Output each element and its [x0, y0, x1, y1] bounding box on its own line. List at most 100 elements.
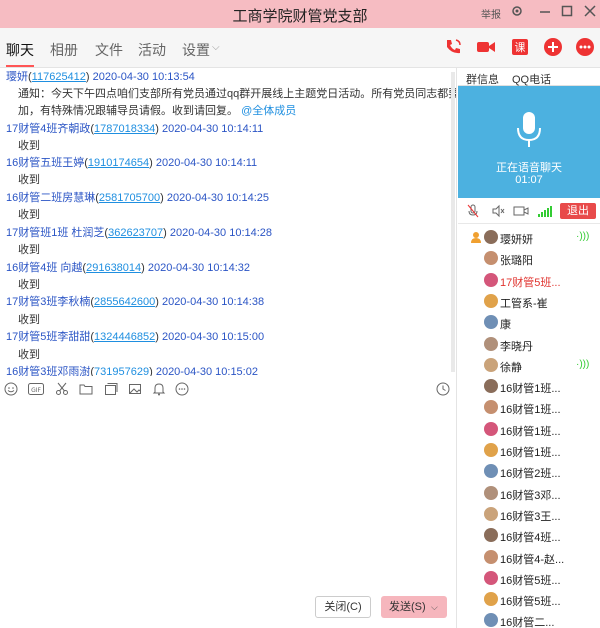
- message-body: 收到: [18, 314, 40, 326]
- video-call-icon[interactable]: [475, 36, 497, 58]
- close-icon[interactable]: [583, 4, 597, 21]
- message-time: 2020-04-30 10:14:25: [166, 192, 269, 204]
- avatar: [484, 443, 498, 457]
- member-item[interactable]: 康: [484, 313, 600, 333]
- right-panel-tabs: 群信息 QQ电话: [458, 68, 600, 86]
- emoji-icon[interactable]: [4, 382, 20, 398]
- member-item[interactable]: 李晓丹: [484, 335, 600, 355]
- message-body: 收到: [18, 244, 40, 256]
- tab-activity[interactable]: 活动: [138, 40, 166, 60]
- report-link[interactable]: 举报: [481, 6, 501, 21]
- member-item[interactable]: 16财管4-赵...: [484, 548, 600, 568]
- message-sender[interactable]: 17财管班1班 杜润芝: [6, 227, 104, 239]
- member-item[interactable]: 16财管3王...: [484, 505, 600, 525]
- member-item[interactable]: 璎妍妍 ·))): [484, 228, 600, 248]
- more-icon[interactable]: [175, 382, 191, 398]
- member-list[interactable]: 璎妍妍 ·))) 张璐阳 17财管5班... 工管系-崔康李晓丹 徐静 ·))) 16财管1班…: [458, 226, 600, 628]
- send-button[interactable]: 发送(S) ⌵: [381, 596, 447, 618]
- avatar: [484, 506, 498, 521]
- message-sender[interactable]: 17财管5班李甜甜: [6, 331, 90, 343]
- member-name: 16财管2班...: [500, 468, 561, 481]
- message-qq[interactable]: 117625412: [32, 71, 86, 83]
- member-item[interactable]: 16财管2班...: [484, 462, 600, 482]
- camera-icon[interactable]: [513, 204, 529, 221]
- member-item[interactable]: 16财管1班...: [484, 441, 600, 461]
- message-header: 16财管二班房慧琳(2581705700) 2020-04-30 10:14:2…: [6, 192, 269, 204]
- chat-history[interactable]: 璎妍(117625412) 2020-04-30 10:13:54 通知：今天下…: [0, 68, 457, 376]
- message-sender[interactable]: 16财管二班房慧琳: [6, 192, 95, 204]
- member-item[interactable]: 16财管1班...: [484, 420, 600, 440]
- member-item[interactable]: 16财管5班...: [484, 569, 600, 589]
- admin-icon: [470, 231, 482, 246]
- tab-chat[interactable]: 聊天: [6, 40, 34, 60]
- message-qq[interactable]: 291638014: [86, 262, 141, 274]
- message-time: 2020-04-30 10:14:11: [161, 123, 264, 135]
- message-input[interactable]: [0, 404, 457, 628]
- image-icon[interactable]: [128, 382, 144, 398]
- chat-scrollbar[interactable]: [451, 72, 455, 372]
- member-name: 16财管1班...: [500, 425, 561, 438]
- member-item[interactable]: 工管系-崔: [484, 292, 600, 312]
- tab-album[interactable]: 相册: [50, 40, 78, 60]
- member-item[interactable]: 16财管1班...: [484, 377, 600, 397]
- member-name: 16财管5班...: [500, 596, 561, 609]
- minimize-icon[interactable]: [538, 4, 552, 21]
- member-item[interactable]: 16财管4班...: [484, 526, 600, 546]
- tab-group-info[interactable]: 群信息: [466, 71, 499, 87]
- speaker-mute-icon[interactable]: [491, 204, 505, 221]
- gif-icon[interactable]: GIF: [28, 382, 44, 398]
- avatar: [484, 336, 498, 351]
- message-qq[interactable]: 731957629: [94, 366, 149, 376]
- message-header: 16财管3班邓雨澍(731957629) 2020-04-30 10:15:02: [6, 366, 258, 376]
- avatar: [484, 464, 498, 479]
- avatar: [484, 613, 498, 628]
- member-item[interactable]: 徐静 ·))): [484, 356, 600, 376]
- add-icon[interactable]: [542, 36, 564, 58]
- more-icon[interactable]: [574, 36, 596, 58]
- message-time: 2020-04-30 10:14:28: [169, 227, 273, 239]
- message-qq[interactable]: 2581705700: [99, 192, 160, 204]
- chevron-down-icon[interactable]: ⌵: [212, 42, 220, 53]
- message-qq[interactable]: 1324446852: [94, 331, 155, 343]
- message-sender[interactable]: 16财管五班王婷: [6, 157, 84, 169]
- member-item[interactable]: 16财管二...: [484, 611, 600, 628]
- tab-qq-call[interactable]: QQ电话: [512, 71, 551, 87]
- scissors-icon[interactable]: [55, 382, 71, 398]
- message-sender[interactable]: 璎妍: [6, 71, 28, 83]
- voice-call-icon[interactable]: [442, 36, 464, 58]
- class-icon[interactable]: 课: [509, 36, 531, 58]
- send-options-chevron-icon[interactable]: ⌵: [431, 596, 438, 618]
- message-time: 2020-04-30 10:14:11: [155, 157, 258, 169]
- folder-icon[interactable]: [79, 382, 95, 398]
- message-qq[interactable]: 1787018334: [94, 123, 155, 135]
- member-item[interactable]: 张璐阳: [484, 249, 600, 269]
- member-item[interactable]: 16财管1班...: [484, 398, 600, 418]
- mic-mute-icon[interactable]: [466, 204, 480, 221]
- message-body: 收到: [18, 349, 40, 361]
- voice-duration: 01:07: [515, 174, 543, 186]
- message-qq[interactable]: 362623707: [108, 227, 163, 239]
- mention-all[interactable]: @全体成员: [241, 105, 296, 117]
- message-sender[interactable]: 17财管3班李秋楠: [6, 296, 90, 308]
- message-qq[interactable]: 2855642600: [94, 296, 155, 308]
- maximize-icon[interactable]: [560, 4, 574, 21]
- message-qq[interactable]: 1910174654: [88, 157, 149, 169]
- member-item[interactable]: 16财管5班...: [484, 590, 600, 610]
- tab-settings[interactable]: 设置: [182, 40, 210, 60]
- message-sender[interactable]: 17财管4班齐朝政: [6, 123, 90, 135]
- member-item[interactable]: 17财管5班...: [484, 271, 600, 291]
- close-button[interactable]: 关闭(C): [315, 596, 371, 618]
- svg-text:课: 课: [515, 41, 526, 54]
- tab-files[interactable]: 文件: [95, 40, 123, 60]
- message-sender[interactable]: 16财管3班邓雨澍: [6, 366, 90, 376]
- microphone-icon: [514, 110, 544, 153]
- exit-voice-button[interactable]: 退出: [560, 203, 596, 219]
- bell-icon[interactable]: [152, 382, 168, 398]
- message-sender[interactable]: 16财管4班 向越: [6, 262, 82, 274]
- speaking-icon: ·))): [576, 358, 590, 370]
- message-time: 2020-04-30 10:15:00: [161, 331, 265, 343]
- member-item[interactable]: 16财管3邓...: [484, 484, 600, 504]
- gallery-icon[interactable]: [104, 382, 120, 398]
- settings-icon[interactable]: [510, 4, 524, 21]
- history-icon[interactable]: [436, 382, 452, 398]
